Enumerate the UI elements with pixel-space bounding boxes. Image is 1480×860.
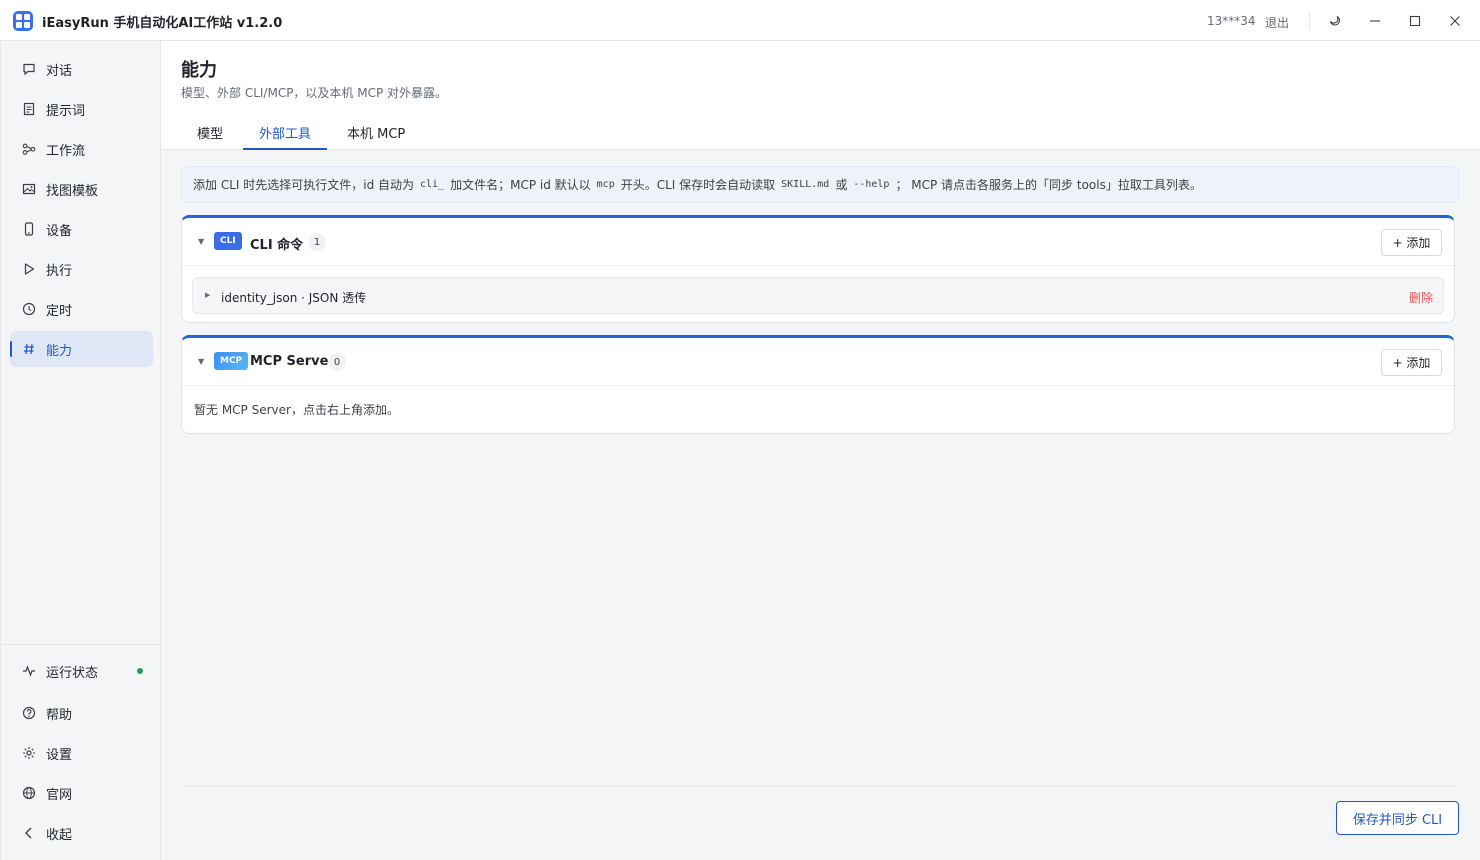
sidebar-item-label: 找图模板 (46, 183, 99, 199)
mcp-panel: ▼ MCP MCP Server 0 + 添加 暂无 MCP Server，点击… (181, 335, 1455, 434)
sidebar: 对话 提示词 工作流 找图模板 设备 执行 定时 能力 运行状态 帮助 设置 官… (0, 41, 161, 860)
sidebar-item-run-status[interactable]: 运行状态 (10, 653, 153, 689)
notice-code: SKILL.md (781, 179, 830, 190)
main-content: 能力 模型、外部 CLI/MCP，以及本机 MCP 对外暴露。 模型 外部工具 … (161, 41, 1480, 860)
play-icon (22, 262, 36, 276)
sidebar-item-label: 设置 (46, 747, 73, 763)
sidebar-item-prompts[interactable]: 提示词 (10, 91, 153, 127)
sidebar-item-settings[interactable]: 设置 (10, 735, 153, 771)
hash-icon (22, 342, 36, 356)
close-icon[interactable] (1442, 8, 1468, 34)
notice-code: --help (853, 179, 890, 190)
app-title: iEasyRun 手机自动化AI工作站 v1.2.0 (42, 16, 283, 31)
sidebar-item-label: 设备 (46, 223, 73, 239)
notice-code: mcp (596, 179, 615, 190)
page-title: 能力 (181, 60, 217, 81)
notice-code: cli_ (420, 179, 445, 190)
help-icon (22, 706, 36, 720)
notice-text: 添加 CLI 时先选择可执行文件，id 自动为 (193, 178, 414, 192)
gear-icon (22, 746, 36, 760)
sidebar-collapse-button[interactable]: 收起 (10, 815, 153, 851)
user-id: 13***34 (1207, 14, 1256, 28)
expand-caret-icon[interactable]: ▶ (205, 291, 210, 299)
cli-panel-title: CLI 命令 (250, 238, 304, 253)
sidebar-item-label: 对话 (46, 63, 73, 79)
sidebar-divider (1, 644, 161, 645)
sidebar-item-label: 收起 (46, 827, 73, 843)
mcp-badge: MCP (214, 352, 249, 370)
workflow-icon (22, 142, 36, 156)
cli-panel-header[interactable]: ▼ CLI CLI 命令 1 + 添加 (182, 218, 1454, 266)
notice-text: ； MCP 请点击各服务上的「同步 tools」拉取工具列表。 (895, 178, 1202, 192)
sidebar-item-schedule[interactable]: 定时 (10, 291, 153, 327)
globe-icon (22, 786, 36, 800)
minimize-icon[interactable] (1362, 8, 1388, 34)
sidebar-item-label: 执行 (46, 263, 73, 279)
notice-text: 或 (835, 178, 848, 192)
sidebar-item-help[interactable]: 帮助 (10, 695, 153, 731)
mcp-panel-title: MCP Server (250, 354, 335, 369)
info-notice: 添加 CLI 时先选择可执行文件，id 自动为 cli_ 加文件名；MCP id… (181, 166, 1459, 203)
tab-local-mcp[interactable]: 本机 MCP (331, 121, 421, 150)
cli-count-badge: 1 (308, 233, 326, 251)
footer-divider (181, 786, 1459, 787)
sidebar-item-execute[interactable]: 执行 (10, 251, 153, 287)
tab-external-tools[interactable]: 外部工具 (243, 121, 328, 150)
document-icon (22, 102, 36, 116)
mcp-panel-header[interactable]: ▼ MCP MCP Server 0 + 添加 (182, 338, 1454, 386)
delete-cli-button[interactable]: 删除 (1409, 289, 1433, 306)
sidebar-item-label: 帮助 (46, 707, 73, 723)
notice-text: 开头。CLI 保存时会自动读取 (620, 178, 776, 192)
page-header: 能力 模型、外部 CLI/MCP，以及本机 MCP 对外暴露。 模型 外部工具 … (161, 41, 1480, 150)
chat-icon (22, 62, 36, 76)
status-indicator-dot (137, 668, 143, 674)
cli-item-row[interactable]: ▶ identity_json · JSON 透传 删除 (192, 277, 1444, 314)
sidebar-item-label: 能力 (46, 343, 73, 359)
cli-panel: ▼ CLI CLI 命令 1 + 添加 ▶ identity_json · JS… (181, 215, 1455, 323)
chevron-left-icon (22, 826, 36, 840)
titlebar-divider (1309, 12, 1310, 30)
add-cli-button[interactable]: + 添加 (1381, 229, 1442, 256)
sidebar-item-label: 提示词 (46, 103, 86, 119)
mcp-count-badge: 0 (328, 353, 346, 371)
image-icon (22, 182, 36, 196)
notice-text: 加文件名；MCP id 默认以 (450, 178, 591, 192)
sidebar-item-label: 定时 (46, 303, 73, 319)
cli-badge: CLI (214, 232, 242, 250)
page-subtitle: 模型、外部 CLI/MCP，以及本机 MCP 对外暴露。 (181, 86, 448, 100)
sidebar-item-website[interactable]: 官网 (10, 775, 153, 811)
sidebar-item-label: 官网 (46, 787, 73, 803)
title-bar: iEasyRun 手机自动化AI工作站 v1.2.0 13***34 退出 (0, 0, 1480, 41)
sidebar-item-workflow[interactable]: 工作流 (10, 131, 153, 167)
sidebar-item-image-templates[interactable]: 找图模板 (10, 171, 153, 207)
pulse-icon (22, 664, 36, 678)
sidebar-item-chat[interactable]: 对话 (10, 51, 153, 87)
save-sync-cli-button[interactable]: 保存并同步 CLI (1336, 801, 1459, 835)
add-mcp-button[interactable]: + 添加 (1381, 349, 1442, 376)
sidebar-item-label: 工作流 (46, 143, 86, 159)
tab-models[interactable]: 模型 (181, 121, 239, 150)
sidebar-item-label: 运行状态 (46, 665, 99, 681)
clock-icon (22, 302, 36, 316)
maximize-icon[interactable] (1402, 8, 1428, 34)
phone-icon (22, 222, 36, 236)
collapse-caret-icon[interactable]: ▼ (198, 357, 204, 366)
collapse-caret-icon[interactable]: ▼ (198, 237, 204, 246)
logout-link[interactable]: 退出 (1265, 14, 1289, 31)
theme-toggle-icon[interactable] (1322, 8, 1348, 34)
sidebar-item-capabilities[interactable]: 能力 (10, 331, 153, 367)
mcp-empty-text: 暂无 MCP Server，点击右上角添加。 (194, 403, 399, 417)
cli-item-name: identity_json · JSON 透传 (221, 291, 367, 305)
app-logo-icon (13, 11, 33, 31)
sidebar-item-devices[interactable]: 设备 (10, 211, 153, 247)
